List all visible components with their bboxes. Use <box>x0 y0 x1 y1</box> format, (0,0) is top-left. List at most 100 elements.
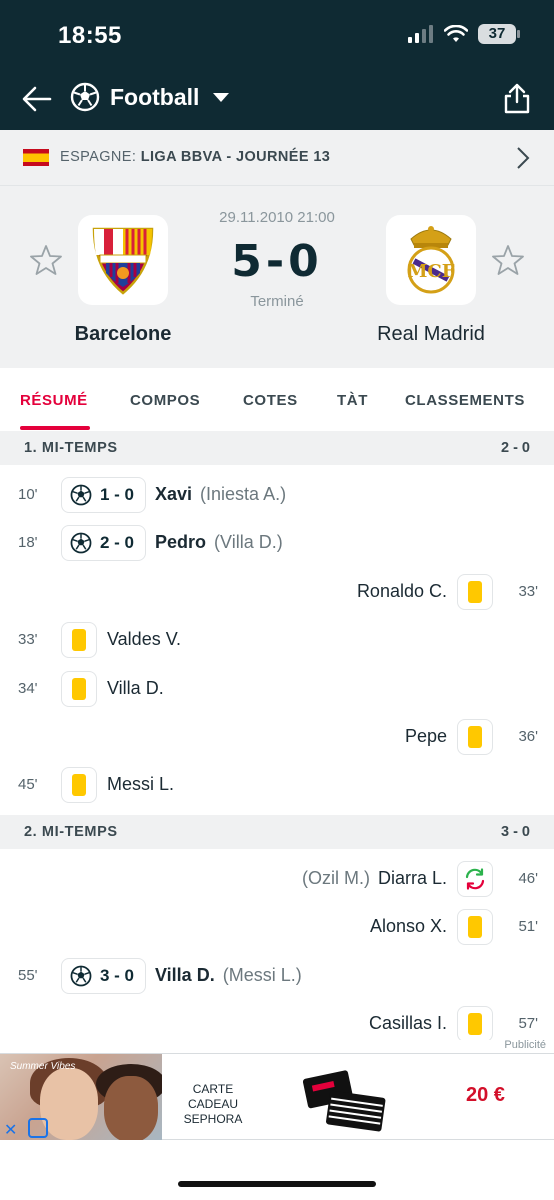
sport-selector[interactable]: Football <box>70 82 230 112</box>
share-icon[interactable] <box>502 82 532 114</box>
event-player-text: Pedro (Villa D.) <box>155 532 283 553</box>
event-minute: 33' <box>518 583 538 600</box>
event-minute: 46' <box>518 870 538 887</box>
section-score: 3 - 0 <box>500 824 530 840</box>
event-yellow-card[interactable]: Alonso X. 51' <box>0 907 554 947</box>
event-player-text: Villa D. (Messi L.) <box>155 965 302 986</box>
event-player: Villa D. <box>155 965 215 985</box>
event-goal[interactable]: 55' 3 - 0 Villa D. (Messi L.) <box>0 956 554 996</box>
home-team-name[interactable]: Barcelone <box>38 323 208 346</box>
league-title: ESPAGNE: LIGA BBVA - JOURNÉE 13 <box>60 149 330 165</box>
yellow-card-icon <box>468 916 482 938</box>
goal-badge: 1 - 0 <box>61 477 146 513</box>
yellow-card-badge <box>61 622 97 658</box>
event-player: Valdes V. <box>107 629 182 649</box>
league-row[interactable]: ESPAGNE: LIGA BBVA - JOURNÉE 13 <box>0 130 554 186</box>
event-yellow-card[interactable]: Casillas I. 57' <box>0 1004 554 1040</box>
event-player: Pedro <box>155 532 207 552</box>
ad-line2: SEPHORA <box>183 1112 243 1126</box>
favorite-star-icon-away[interactable] <box>492 244 524 276</box>
yellow-card-icon <box>72 678 86 700</box>
real-madrid-crest-icon: MCF <box>407 226 455 294</box>
section-first-half: 1. MI-TEMPS 2 - 0 <box>0 431 554 465</box>
ad-banner[interactable]: Summer Vibes ✕ CARTE CADEAU SEPHORA 20 € <box>0 1053 554 1140</box>
yellow-card-badge <box>457 574 493 610</box>
status-icons: 37 <box>408 24 520 44</box>
event-yellow-card[interactable]: 34' Villa D. <box>0 669 554 709</box>
ad-price: 20 € <box>466 1084 505 1106</box>
event-minute: 34' <box>18 680 38 697</box>
ad-line1: CARTE CADEAU <box>187 1082 238 1111</box>
barcelona-crest-icon <box>92 227 154 295</box>
ad-tagline: Summer Vibes <box>10 1061 76 1072</box>
event-yellow-card[interactable]: 45' Messi L. <box>0 765 554 805</box>
event-minute: 18' <box>18 534 38 551</box>
spain-flag-icon <box>23 149 49 166</box>
event-assist: (Villa D.) <box>214 532 283 552</box>
yellow-card-icon <box>72 629 86 651</box>
event-player: Ronaldo C. <box>356 581 447 601</box>
section-label: 2. MI-TEMPS <box>24 824 118 840</box>
event-player: Casillas I. <box>368 1013 447 1033</box>
tab-tat[interactable]: TÀT <box>337 392 368 409</box>
chevron-right-icon <box>517 147 530 169</box>
favorite-star-icon-home[interactable] <box>30 244 62 276</box>
league-country: ESPAGNE: <box>60 149 137 165</box>
away-team-name[interactable]: Real Madrid <box>346 323 516 346</box>
event-yellow-card[interactable]: Pepe 36' <box>0 717 554 757</box>
goal-badge: 3 - 0 <box>61 958 146 994</box>
home-indicator[interactable] <box>178 1181 376 1187</box>
tab-compos[interactable]: COMPOS <box>130 392 200 409</box>
yellow-card-icon <box>468 581 482 603</box>
yellow-card-badge <box>61 767 97 803</box>
event-minute: 36' <box>518 728 538 745</box>
event-goal[interactable]: 10' 1 - 0 Xavi (Iniesta A.) <box>0 475 554 515</box>
event-yellow-card[interactable]: 33' Valdes V. <box>0 620 554 660</box>
yellow-card-badge <box>457 909 493 945</box>
event-assist: (Messi L.) <box>222 965 302 985</box>
wifi-icon <box>444 25 468 42</box>
event-minute: 51' <box>518 918 538 935</box>
event-player: Villa D. <box>107 678 164 698</box>
event-goal[interactable]: 18' 2 - 0 Pedro (Villa D.) <box>0 523 554 563</box>
ad-label: Publicité <box>504 1039 546 1051</box>
battery-indicator: 37 <box>478 24 520 44</box>
back-arrow-icon[interactable] <box>20 82 54 116</box>
away-team-crest[interactable]: MCF <box>386 215 476 305</box>
yellow-card-badge <box>61 671 97 707</box>
yellow-card-badge <box>457 1006 493 1040</box>
yellow-card-badge <box>457 719 493 755</box>
match-status: Terminé <box>250 293 304 310</box>
ad-photo: Summer Vibes ✕ <box>0 1054 162 1140</box>
ad-close-icon[interactable]: ✕ <box>4 1120 17 1140</box>
tab-cotes[interactable]: COTES <box>243 392 298 409</box>
league-competition: LIGA BBVA - JOURNÉE 13 <box>140 149 331 165</box>
ad-choices-icon[interactable] <box>28 1118 48 1138</box>
football-icon <box>70 484 92 506</box>
event-minute: 55' <box>18 967 38 984</box>
svg-text:MCF: MCF <box>407 261 454 282</box>
goal-score: 2 - 0 <box>100 533 135 552</box>
event-player: Pepe <box>404 726 447 746</box>
tab-bar: RÉSUMÉ COMPOS COTES TÀT CLASSEMENTS <box>0 368 554 430</box>
tab-resume[interactable]: RÉSUMÉ <box>20 392 88 409</box>
event-assist: (Iniesta A.) <box>200 484 287 504</box>
yellow-card-icon <box>72 774 86 796</box>
tab-classements[interactable]: CLASSEMENTS <box>405 392 525 409</box>
sport-name: Football <box>110 83 200 110</box>
goal-score: 1 - 0 <box>100 485 135 504</box>
event-yellow-card[interactable]: Ronaldo C. 33' <box>0 572 554 612</box>
yellow-card-icon <box>468 1013 482 1035</box>
section-second-half: 2. MI-TEMPS 3 - 0 <box>0 815 554 849</box>
event-minute: 57' <box>518 1015 538 1032</box>
event-substitution[interactable]: (Ozil M.) Diarra L. 46' <box>0 859 554 899</box>
match-datetime: 29.11.2010 21:00 <box>219 209 335 226</box>
substitution-badge <box>457 861 493 897</box>
home-team-crest[interactable] <box>78 215 168 305</box>
event-player: Alonso X. <box>369 916 447 936</box>
event-minute: 10' <box>18 486 38 503</box>
event-minute: 45' <box>18 776 38 793</box>
goal-score: 3 - 0 <box>100 966 135 985</box>
goal-badge: 2 - 0 <box>61 525 146 561</box>
substitution-icon <box>465 868 485 890</box>
